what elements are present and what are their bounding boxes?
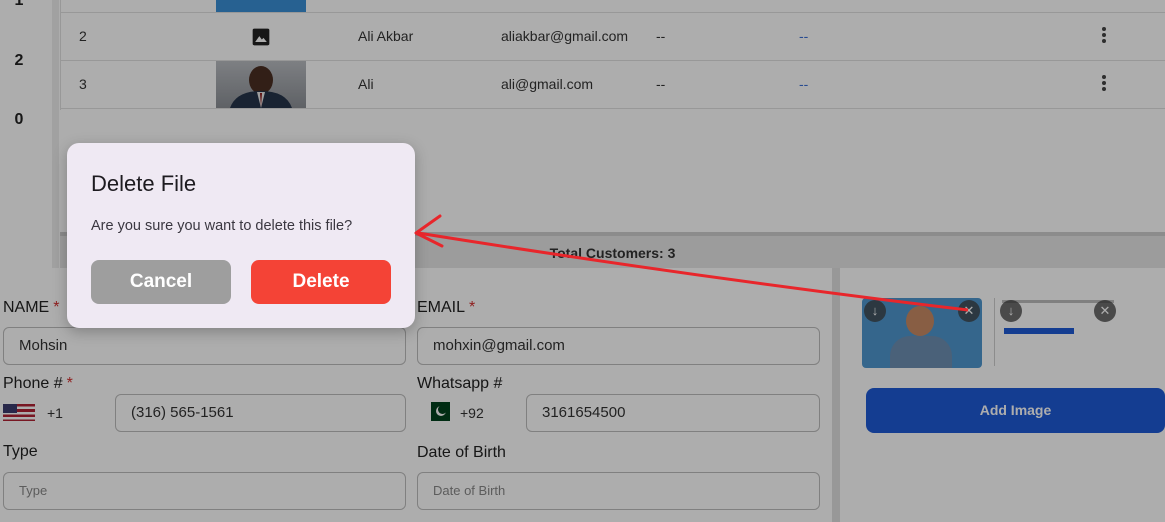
dialog-title: Delete File <box>91 171 197 196</box>
delete-file-dialog: Delete File Are you sure you want to del… <box>67 143 415 328</box>
delete-button[interactable]: Delete <box>251 260 391 304</box>
cancel-button[interactable]: Cancel <box>91 260 231 304</box>
dialog-message: Are you sure you want to delete this fil… <box>91 218 353 234</box>
